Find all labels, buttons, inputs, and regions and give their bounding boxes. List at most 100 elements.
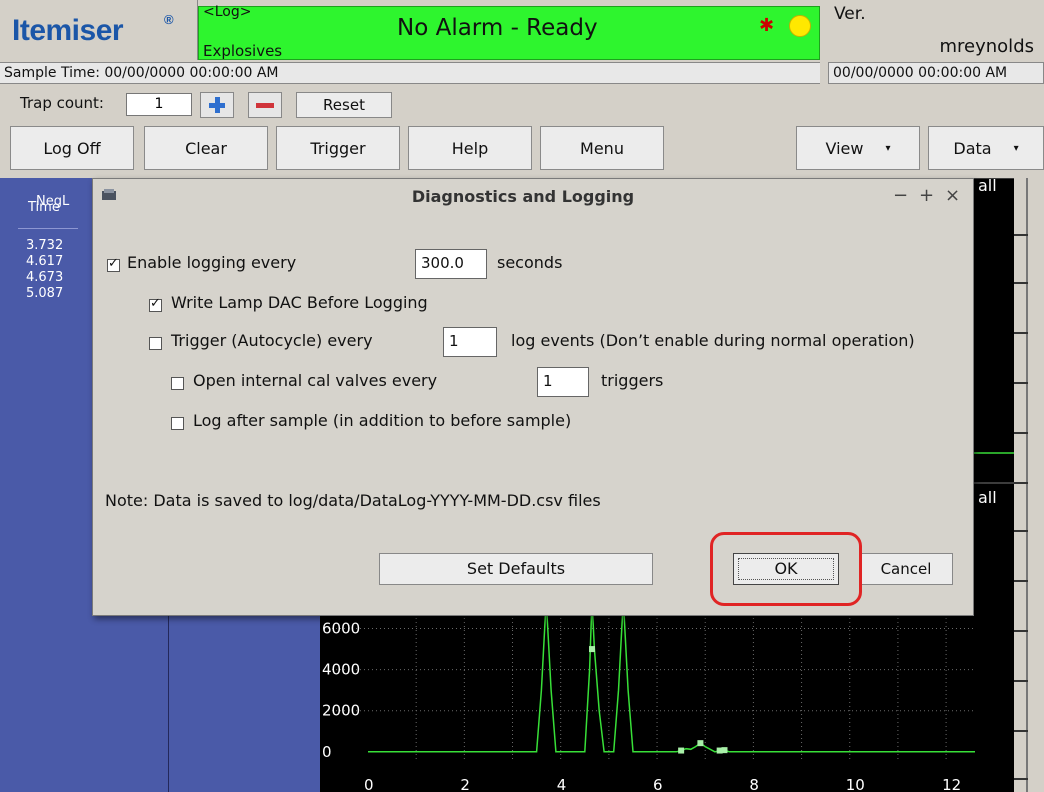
y-tick-label: 0: [322, 743, 332, 761]
cal-valves-input[interactable]: 1: [537, 367, 589, 397]
data-path-note: Note: Data is saved to log/data/DataLog-…: [105, 491, 601, 510]
peak-marker: [589, 646, 596, 653]
view-label: View: [825, 138, 864, 158]
cal-valves-label: Open internal cal valves every: [193, 371, 438, 390]
minimize-button[interactable]: −: [893, 185, 908, 206]
version-panel: Ver. mreynolds: [820, 0, 1044, 60]
decrement-button[interactable]: [248, 92, 282, 118]
trigger-count-input[interactable]: 1: [443, 327, 497, 357]
slider-tick: [1014, 680, 1028, 682]
set-defaults-button[interactable]: Set Defaults: [379, 553, 653, 585]
chevron-down-icon: ▾: [885, 142, 891, 154]
mode-label: <Log>: [203, 4, 252, 20]
close-button[interactable]: ×: [945, 185, 960, 206]
ok-highlight-annotation: [710, 532, 862, 606]
slider-tick: [1014, 530, 1028, 532]
data-dropdown[interactable]: Data ▾: [928, 126, 1044, 170]
itemiser-logo: Itemiser ®: [0, 0, 198, 60]
y-tick-label: 2000: [322, 702, 360, 720]
slider-tick: [1014, 630, 1028, 632]
dialog-titlebar[interactable]: Diagnostics and Logging − + ×: [93, 179, 973, 215]
minus-icon: [256, 102, 274, 108]
x-tick-label: 8: [749, 776, 759, 792]
seconds-label: seconds: [497, 253, 563, 272]
x-tick-label: 6: [653, 776, 663, 792]
increment-button[interactable]: [200, 92, 234, 118]
time-value: 4.617: [26, 254, 64, 269]
slider-track: [1026, 178, 1028, 792]
x-tick-label: 12: [942, 776, 961, 792]
trigger-autocycle-label: Trigger (Autocycle) every: [171, 331, 373, 350]
trigger-autocycle-checkbox[interactable]: [149, 337, 162, 350]
x-tick-label: 0: [364, 776, 374, 792]
menu-label: Menu: [580, 138, 624, 158]
spectrum-series-line: [368, 599, 975, 753]
time-value: 3.732: [26, 238, 64, 253]
brand-name: Itemiser: [12, 14, 124, 47]
cancel-button[interactable]: Cancel: [859, 553, 953, 585]
time-value: 4.673: [26, 270, 64, 285]
column-header-time: Time: [28, 200, 60, 215]
header-divider: [18, 228, 78, 229]
registered-mark: ®: [164, 12, 174, 27]
log-off-label: Log Off: [43, 138, 101, 158]
cal-valves-checkbox[interactable]: [171, 377, 184, 390]
peak-marker: [697, 740, 704, 747]
slider-tick: [1014, 778, 1028, 780]
y-tick-label: 6000: [322, 620, 360, 638]
maximize-button[interactable]: +: [919, 185, 934, 206]
log-events-label: log events (Don’t enable during normal o…: [511, 331, 915, 350]
enable-logging-label: Enable logging every: [127, 253, 297, 272]
slider-tick: [1014, 282, 1028, 284]
write-lamp-dac-checkbox[interactable]: [149, 296, 162, 312]
x-tick-label: 4: [557, 776, 567, 792]
slider-tick: [1014, 482, 1028, 484]
log-after-sample-label: Log after sample (in addition to before …: [193, 411, 572, 430]
trigger-label: Trigger: [310, 138, 366, 158]
plus-icon: [208, 96, 226, 114]
zoom-slider[interactable]: [1014, 178, 1044, 792]
triggers-label: triggers: [601, 371, 664, 390]
sample-time: Sample Time: 00/00/0000 00:00:00 AM: [0, 62, 820, 84]
yellow-circle-icon: [789, 15, 811, 37]
trigger-button[interactable]: Trigger: [276, 126, 400, 170]
peak-marker: [721, 747, 728, 754]
y-tick-label: 4000: [322, 661, 360, 679]
x-tick-label: 2: [460, 776, 470, 792]
log-after-sample-checkbox[interactable]: [171, 417, 184, 430]
slider-tick: [1014, 332, 1028, 334]
data-label: Data: [953, 138, 992, 158]
asterisk-icon: ✱: [759, 15, 775, 36]
peak-marker: [678, 747, 685, 754]
upper-range-label: all: [978, 176, 997, 195]
log-off-button[interactable]: Log Off: [10, 126, 134, 170]
detection-type: Explosives: [203, 42, 283, 60]
system-clock: 00/00/0000 00:00:00 AM: [828, 62, 1044, 84]
menu-button[interactable]: Menu: [540, 126, 664, 170]
slider-tick: [1014, 730, 1028, 732]
panel-divider: [168, 608, 169, 792]
version-label: Ver.: [834, 4, 866, 24]
trap-count-label: Trap count:: [20, 94, 104, 112]
dialog-title: Diagnostics and Logging: [411, 187, 635, 206]
x-tick-label: 10: [846, 776, 865, 792]
lower-range-label: all: [978, 488, 997, 507]
view-dropdown[interactable]: View ▾: [796, 126, 920, 170]
logging-interval-input[interactable]: 300.0: [415, 249, 487, 279]
clear-label: Clear: [185, 138, 227, 158]
trap-count-field[interactable]: 1: [126, 93, 192, 116]
slider-tick: [1014, 432, 1028, 434]
enable-logging-checkbox[interactable]: [107, 256, 120, 272]
clear-button[interactable]: Clear: [144, 126, 268, 170]
write-lamp-dac-label: Write Lamp DAC Before Logging: [171, 293, 428, 312]
chevron-down-icon: ▾: [1013, 142, 1019, 154]
reset-button[interactable]: Reset: [296, 92, 392, 118]
status-message: No Alarm - Ready: [397, 15, 598, 41]
status-banner: <Log> Explosives No Alarm - Ready ✱: [198, 4, 820, 60]
slider-tick: [1014, 580, 1028, 582]
slider-tick: [1014, 234, 1028, 236]
slider-tick: [1014, 382, 1028, 384]
help-label: Help: [451, 138, 489, 158]
username: mreynolds: [939, 36, 1035, 57]
help-button[interactable]: Help: [408, 126, 532, 170]
